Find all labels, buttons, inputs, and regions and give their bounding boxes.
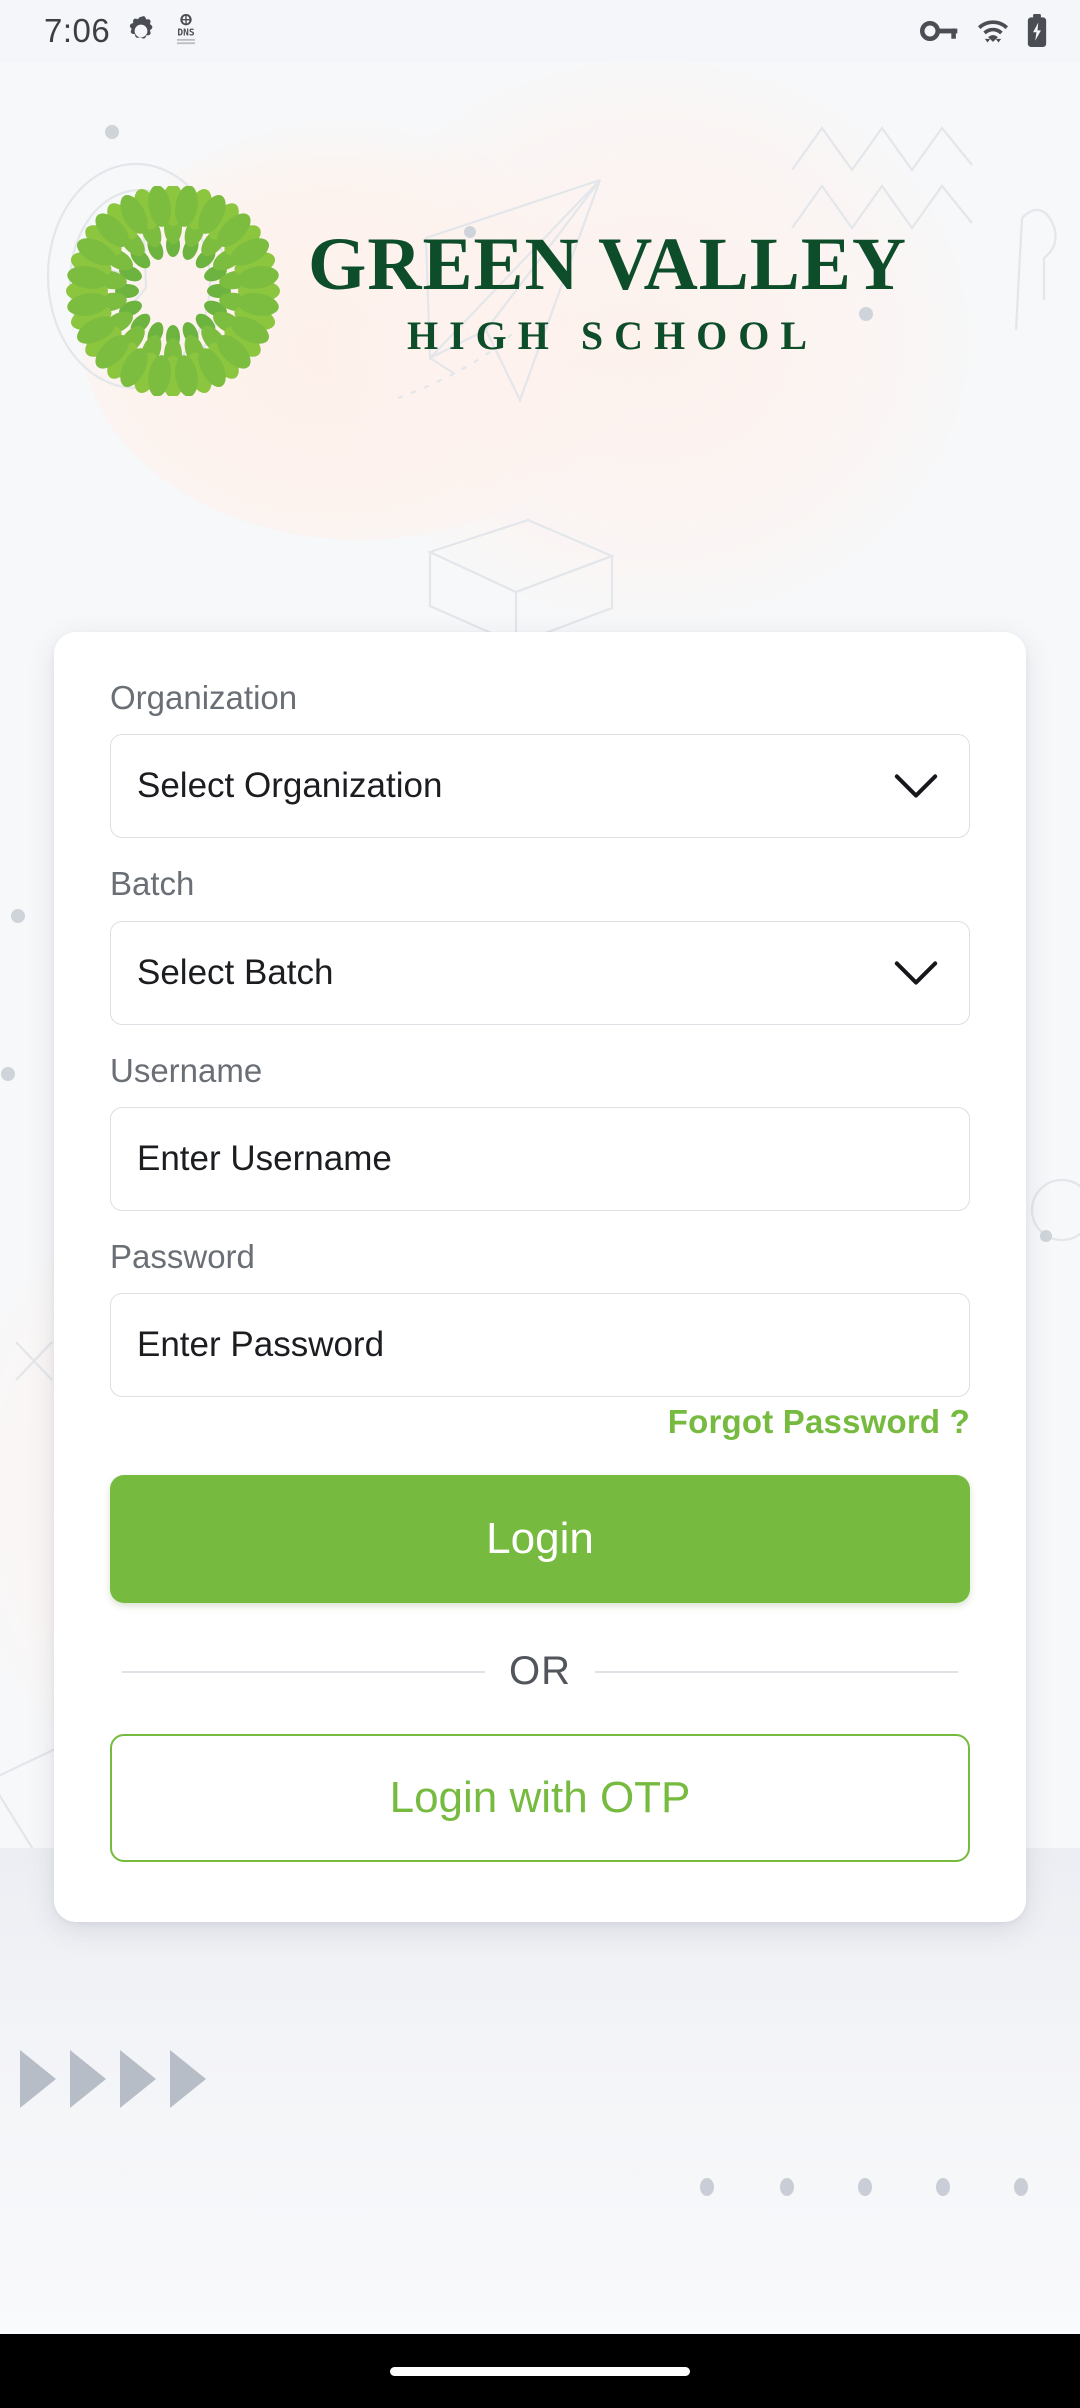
password-value: Enter Password	[137, 1325, 385, 1365]
status-bar: 7:06 DNS	[0, 0, 1080, 62]
deco-dot	[858, 2178, 872, 2196]
batch-field-group: Batch Select Batch	[110, 865, 970, 1025]
password-label: Password	[110, 1237, 255, 1275]
play-arrow-icon	[70, 2050, 106, 2108]
status-bar-left: 7:06 DNS	[44, 12, 200, 50]
login-with-otp-button[interactable]: Login with OTP	[110, 1734, 970, 1863]
system-navigation-bar	[0, 2334, 1080, 2408]
batch-select[interactable]: Select Batch	[110, 920, 970, 1025]
vpn-key-icon	[920, 21, 958, 41]
username-input[interactable]: Enter Username	[110, 1106, 970, 1211]
bottom-gradient-band	[0, 1848, 1080, 2408]
green-leaf-circle-logo-icon: {}	[66, 186, 280, 396]
or-divider: OR	[110, 1649, 970, 1694]
login-card: Organization Select Organization Batch S…	[54, 632, 1026, 1923]
brand-logo: {} GREEN VALLEY HIGH SCHOOL	[0, 186, 1080, 396]
divider-line-right	[595, 1670, 958, 1673]
dns-icon: DNS	[177, 14, 196, 45]
divider-line-left	[122, 1670, 485, 1673]
chevron-down-icon	[894, 774, 938, 798]
forgot-password-link[interactable]: Forgot Password ?	[668, 1403, 970, 1441]
deco-dot	[1014, 2178, 1028, 2196]
batch-label: Batch	[110, 865, 195, 903]
batch-value: Select Batch	[137, 952, 334, 992]
chevron-arrows-decoration	[16, 2046, 210, 2112]
password-input[interactable]: Enter Password	[110, 1293, 970, 1398]
login-button[interactable]: Login	[110, 1475, 970, 1604]
chevron-down-icon	[894, 960, 938, 985]
status-bar-clock: 7:06	[44, 12, 111, 49]
forgot-password-row: Forgot Password ?	[110, 1403, 970, 1441]
deco-dot	[700, 2178, 714, 2196]
brand-title: GREEN VALLEY	[308, 222, 907, 306]
svg-text:DNS: DNS	[178, 28, 195, 39]
password-field-group: Password Enter Password	[110, 1237, 970, 1398]
play-arrow-icon	[120, 2050, 156, 2108]
organization-value: Select Organization	[137, 766, 443, 806]
organization-select[interactable]: Select Organization	[110, 734, 970, 839]
username-label: Username	[110, 1051, 263, 1089]
android-settings-icon	[130, 16, 153, 39]
brand-text: GREEN VALLEY HIGH SCHOOL	[308, 227, 907, 356]
play-arrow-icon	[170, 2050, 206, 2108]
username-field-group: Username Enter Username	[110, 1051, 970, 1211]
organization-field-group: Organization Select Organization	[110, 679, 970, 839]
username-value: Enter Username	[137, 1138, 392, 1178]
home-indicator[interactable]	[390, 2366, 690, 2376]
battery-charging-icon	[1027, 14, 1047, 47]
deco-dot	[936, 2178, 950, 2196]
wifi-icon	[978, 20, 1008, 43]
play-arrow-icon	[20, 2050, 56, 2108]
status-bar-right	[920, 14, 1048, 48]
brand-subtitle: HIGH SCHOOL	[406, 312, 819, 358]
deco-dot	[780, 2178, 794, 2196]
login-screen: 7:06 DNS GREEN VALLEY HIGH SCHOOL Organi…	[0, 0, 1080, 2408]
divider-label: OR	[509, 1649, 571, 1694]
organization-label: Organization	[110, 679, 298, 716]
